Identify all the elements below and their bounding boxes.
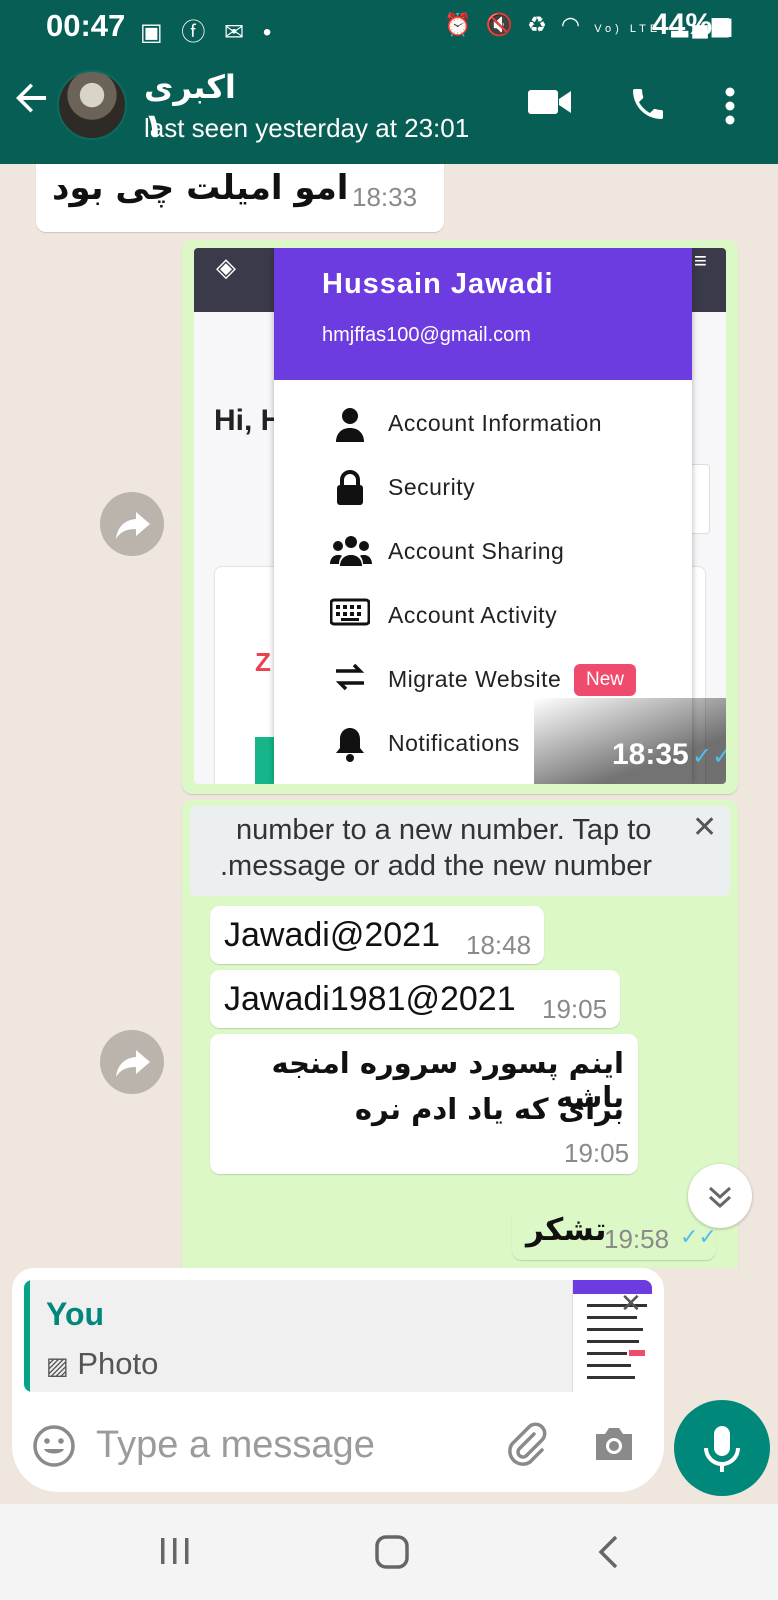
menu-item-label: Security [388, 474, 476, 500]
close-icon[interactable]: ✕ [692, 810, 717, 845]
forward-button[interactable] [100, 492, 164, 556]
status-time: 00:47 [46, 8, 126, 43]
message-time: 19:58 [604, 1224, 670, 1254]
change-number-banner[interactable]: number to a new number. Tap to .message … [190, 806, 730, 896]
message-bubble[interactable]: Jawadi1981@2021 19:05 [210, 970, 620, 1028]
message-text: Jawadi1981@2021 [224, 980, 516, 1018]
swap-icon [330, 662, 370, 698]
logo-icon: ◈ [216, 252, 236, 282]
message-text: Jawadi@2021 [224, 916, 440, 954]
reply-author: You [46, 1296, 105, 1332]
menu-header: Hussain Jawadi hmjffas100@gmail.com [274, 248, 692, 380]
menu-item-label: Account Information [388, 410, 603, 436]
banner-line-2: .message or add the new number [220, 850, 653, 882]
last-seen-status[interactable]: last seen yesterday at 23:01 [144, 113, 469, 144]
avatar[interactable] [57, 70, 127, 140]
battery-percent: 44% [652, 8, 713, 41]
menu-item-security: Security [274, 458, 692, 518]
voice-record-button[interactable] [674, 1400, 770, 1496]
back-nav-icon[interactable] [596, 1534, 620, 1575]
reply-type-label: Photo [77, 1346, 159, 1381]
battery-icon: ▮ [720, 13, 734, 40]
microphone-icon [704, 1426, 740, 1472]
notification-icons: ▣ ⓕ ✉ • [140, 12, 277, 47]
forward-button[interactable] [100, 1030, 164, 1094]
message-bubble[interactable]: تشکر 19:58 ✓✓ [512, 1204, 717, 1260]
menu-item-label: Account Sharing [388, 538, 565, 564]
voice-call-icon[interactable] [628, 84, 668, 129]
battery-saver-icon: ♻ [527, 12, 551, 37]
lock-icon [330, 470, 370, 506]
facebook-icon: ⓕ [181, 19, 212, 46]
menu-item-account-information: Account Information [274, 394, 692, 454]
mute-icon: 🔇 [485, 12, 517, 37]
message-time: 18:33 [352, 182, 418, 212]
menu-item-label: Notifications [388, 730, 520, 756]
dot-icon: • [262, 19, 278, 46]
scroll-to-bottom-button[interactable] [688, 1164, 752, 1228]
keyboard-icon [329, 598, 371, 634]
forward-icon [116, 512, 150, 539]
chat-header: اکبری ۱ last seen yesterday at 23:01 [0, 50, 778, 164]
chevron-down-icon [708, 1186, 732, 1209]
message-bubble[interactable]: امو امیلت چی بود 18:33 [36, 164, 444, 232]
photo-time: 18:35 [612, 738, 689, 771]
gallery-icon: ▣ [140, 19, 169, 46]
banner-line-1: number to a new number. Tap to [236, 814, 652, 846]
more-options-icon[interactable] [724, 86, 736, 131]
menu-item-label: Account Activity [388, 602, 558, 628]
battery-level: 44% ▮ [652, 8, 734, 42]
reply-accent-bar [24, 1280, 30, 1392]
recent-apps-icon[interactable] [158, 1534, 192, 1573]
menu-item-account-sharing: Account Sharing [274, 522, 692, 582]
mail-icon: ✉ [224, 19, 251, 46]
group-icon [330, 534, 372, 570]
message-text-line-2: برای که یاد ادم نره [354, 1092, 624, 1126]
message-time: 19:05 [542, 994, 608, 1024]
photo-message[interactable]: ◈ ≡ Hi, H Z Hussain Jawadi hmjffas100@gm… [182, 240, 738, 794]
menu-item-label: Migrate Website [388, 666, 562, 692]
close-reply-icon[interactable]: ✕ [620, 1288, 642, 1319]
photo-image[interactable]: ◈ ≡ Hi, H Z Hussain Jawadi hmjffas100@gm… [194, 248, 726, 784]
back-arrow-icon[interactable] [14, 80, 50, 123]
screenshot-greeting: Hi, H [214, 404, 283, 437]
image-icon: ▨ [46, 1353, 69, 1380]
alarm-icon: ⏰ [444, 12, 476, 37]
screenshot-logo-partial: Z [255, 647, 271, 677]
menu-item-account-activity: Account Activity [274, 586, 692, 646]
message-time: 18:48 [466, 930, 532, 960]
quoted-message[interactable]: You ▨ Photo ✕ [24, 1280, 652, 1392]
message-bubble[interactable]: Jawadi@2021 18:48 [210, 906, 544, 964]
reply-type: ▨ Photo [46, 1346, 158, 1382]
message-composer: Type a message [12, 1400, 664, 1492]
double-check-icon: ✓✓ [692, 743, 726, 770]
message-text: امو امیلت چی بود [52, 168, 349, 208]
message-bubble[interactable]: اینم پسورد سروره امنجه باشه برای که یاد … [210, 1034, 638, 1174]
message-input[interactable]: Type a message [96, 1424, 375, 1467]
home-icon[interactable] [374, 1534, 410, 1575]
hamburger-icon: ≡ [694, 248, 707, 273]
chat-area[interactable]: امو امیلت چی بود 18:33 ◈ ≡ Hi, H Z Hussa… [0, 164, 778, 1268]
system-navigation-bar [0, 1504, 778, 1600]
video-call-icon[interactable] [528, 86, 572, 123]
message-time: 19:05 [564, 1138, 630, 1168]
forwarded-message-group[interactable]: number to a new number. Tap to .message … [182, 800, 738, 1268]
message-text: تشکر [526, 1212, 607, 1248]
camera-icon[interactable] [592, 1424, 636, 1469]
emoji-icon[interactable] [32, 1424, 76, 1473]
status-bar: 00:47 ▣ ⓕ ✉ • ⏰ 🔇 ♻ ◠ Vo) LTE ▂▄▆ 44% ▮ [0, 0, 778, 50]
menu-user-name: Hussain Jawadi [322, 268, 554, 300]
person-icon [330, 406, 370, 442]
forward-icon [116, 1050, 150, 1077]
new-badge: New [574, 664, 637, 696]
menu-user-email: hmjffas100@gmail.com [322, 324, 531, 346]
bell-icon [330, 726, 370, 762]
attach-icon[interactable] [504, 1422, 550, 1473]
wifi-icon: ◠ [560, 12, 585, 37]
reply-preview: You ▨ Photo ✕ [12, 1268, 664, 1402]
